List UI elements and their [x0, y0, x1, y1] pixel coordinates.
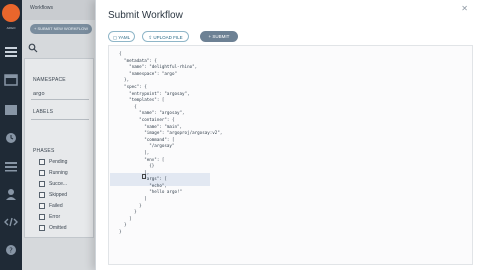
timeline-icon[interactable]: [4, 74, 18, 86]
layers-icon[interactable]: [4, 160, 18, 172]
code-line[interactable]: "namespace": "argo": [119, 71, 222, 78]
phases-label: PHASES: [33, 148, 55, 154]
phase-label: Skipped: [49, 192, 68, 198]
editor-content[interactable]: { "metadata": { "name": "delightful-rhin…: [119, 51, 222, 236]
submit-new-workflow-button[interactable]: + SUBMIT NEW WORKFLOW: [30, 24, 92, 34]
phase-checkbox-error[interactable]: Error: [39, 213, 60, 221]
code-line[interactable]: "spec": {: [119, 84, 222, 91]
checkbox[interactable]: [39, 203, 45, 209]
labels-label: LABELS: [33, 109, 54, 115]
code-line[interactable]: "env": [: [119, 157, 222, 164]
phase-checkbox-succeeded[interactable]: Succe...: [39, 180, 67, 188]
namespace-field[interactable]: argo: [33, 91, 45, 97]
code-line[interactable]: ],: [119, 170, 222, 177]
user-icon[interactable]: [4, 188, 18, 200]
code-line[interactable]: "image": "argoproj/argosay:v2",: [119, 130, 222, 137]
submit-button[interactable]: + SUBMIT: [200, 31, 238, 42]
code-line[interactable]: }: [119, 209, 222, 216]
namespace-label: NAMESPACE: [33, 77, 66, 83]
phase-label: Succe...: [49, 181, 68, 187]
code-line[interactable]: "hello argo!": [119, 189, 222, 196]
code-line[interactable]: "name": "argosay",: [119, 110, 222, 117]
phase-label: Error: [49, 214, 61, 220]
code-line[interactable]: ],: [119, 150, 222, 157]
filter-icon[interactable]: [28, 40, 38, 53]
page-title: Workflows: [30, 5, 53, 11]
code-line[interactable]: "args": [: [119, 176, 222, 183]
code-line[interactable]: "command": [: [119, 137, 222, 144]
phase-label: Running: [49, 170, 68, 176]
code-line[interactable]: }: [119, 203, 222, 210]
phase-checkbox-pending[interactable]: Pending: [39, 158, 67, 166]
yaml-button[interactable]: ▢ YAML: [108, 31, 135, 42]
code-line[interactable]: {: [119, 51, 222, 58]
code-line[interactable]: "name": "delightful-rhino",: [119, 64, 222, 71]
labels-underline: [31, 119, 89, 120]
logo-text: ARGO: [6, 26, 16, 30]
panel-title: Submit Workflow: [108, 10, 183, 21]
code-line[interactable]: {: [119, 104, 222, 111]
checkbox[interactable]: [39, 214, 45, 220]
code-line[interactable]: {}: [119, 163, 222, 170]
code-line[interactable]: "echo",: [119, 183, 222, 190]
namespace-underline: [31, 99, 89, 100]
phase-label: Pending: [49, 159, 68, 165]
code-line[interactable]: "name": "main",: [119, 124, 222, 131]
checkbox[interactable]: [39, 181, 45, 187]
code-editor[interactable]: { "metadata": { "name": "delightful-rhin…: [108, 45, 473, 265]
phase-checkbox-omitted[interactable]: Omitted: [39, 224, 67, 232]
list-icon[interactable]: [4, 104, 18, 116]
code-icon[interactable]: [4, 216, 18, 228]
svg-text:?: ?: [9, 247, 13, 255]
nav-rail: ARGO ?: [0, 0, 22, 270]
code-line[interactable]: "templates": [: [119, 97, 222, 104]
code-line[interactable]: ]: [119, 216, 222, 223]
code-line[interactable]: "metadata": {: [119, 58, 222, 65]
checkbox[interactable]: [39, 159, 45, 165]
checkbox[interactable]: [39, 170, 45, 176]
help-icon[interactable]: ?: [4, 244, 18, 256]
menu-icon[interactable]: [4, 46, 18, 58]
phase-checkbox-skipped[interactable]: Skipped: [39, 191, 67, 199]
phase-label: Omitted: [49, 225, 67, 231]
argo-logo: [2, 4, 20, 22]
code-line[interactable]: ]: [119, 196, 222, 203]
upload-file-button[interactable]: ⇪ UPLOAD FILE: [142, 31, 189, 42]
code-line[interactable]: }: [119, 222, 222, 229]
code-line[interactable]: "container": {: [119, 117, 222, 124]
checkbox[interactable]: [39, 225, 45, 231]
code-line[interactable]: "entrypoint": "argosay",: [119, 91, 222, 98]
filter-panel: NAMESPACE argo LABELS PHASES Pending Run…: [24, 58, 94, 238]
code-line[interactable]: },: [119, 77, 222, 84]
code-line[interactable]: "/argosay": [119, 143, 222, 150]
checkbox[interactable]: [39, 192, 45, 198]
submit-workflow-panel: Submit Workflow ✕ ▢ YAML ⇪ UPLOAD FILE +…: [95, 0, 480, 270]
code-line[interactable]: }: [119, 229, 222, 236]
phase-checkbox-failed[interactable]: Failed: [39, 202, 63, 210]
close-icon[interactable]: ✕: [461, 4, 468, 13]
clock-icon[interactable]: [4, 132, 18, 144]
phase-checkbox-running[interactable]: Running: [39, 169, 68, 177]
app-root: ARGO ? Workflows + SUBMIT NEW WORKFLOW N…: [0, 0, 480, 270]
phase-label: Failed: [49, 203, 63, 209]
